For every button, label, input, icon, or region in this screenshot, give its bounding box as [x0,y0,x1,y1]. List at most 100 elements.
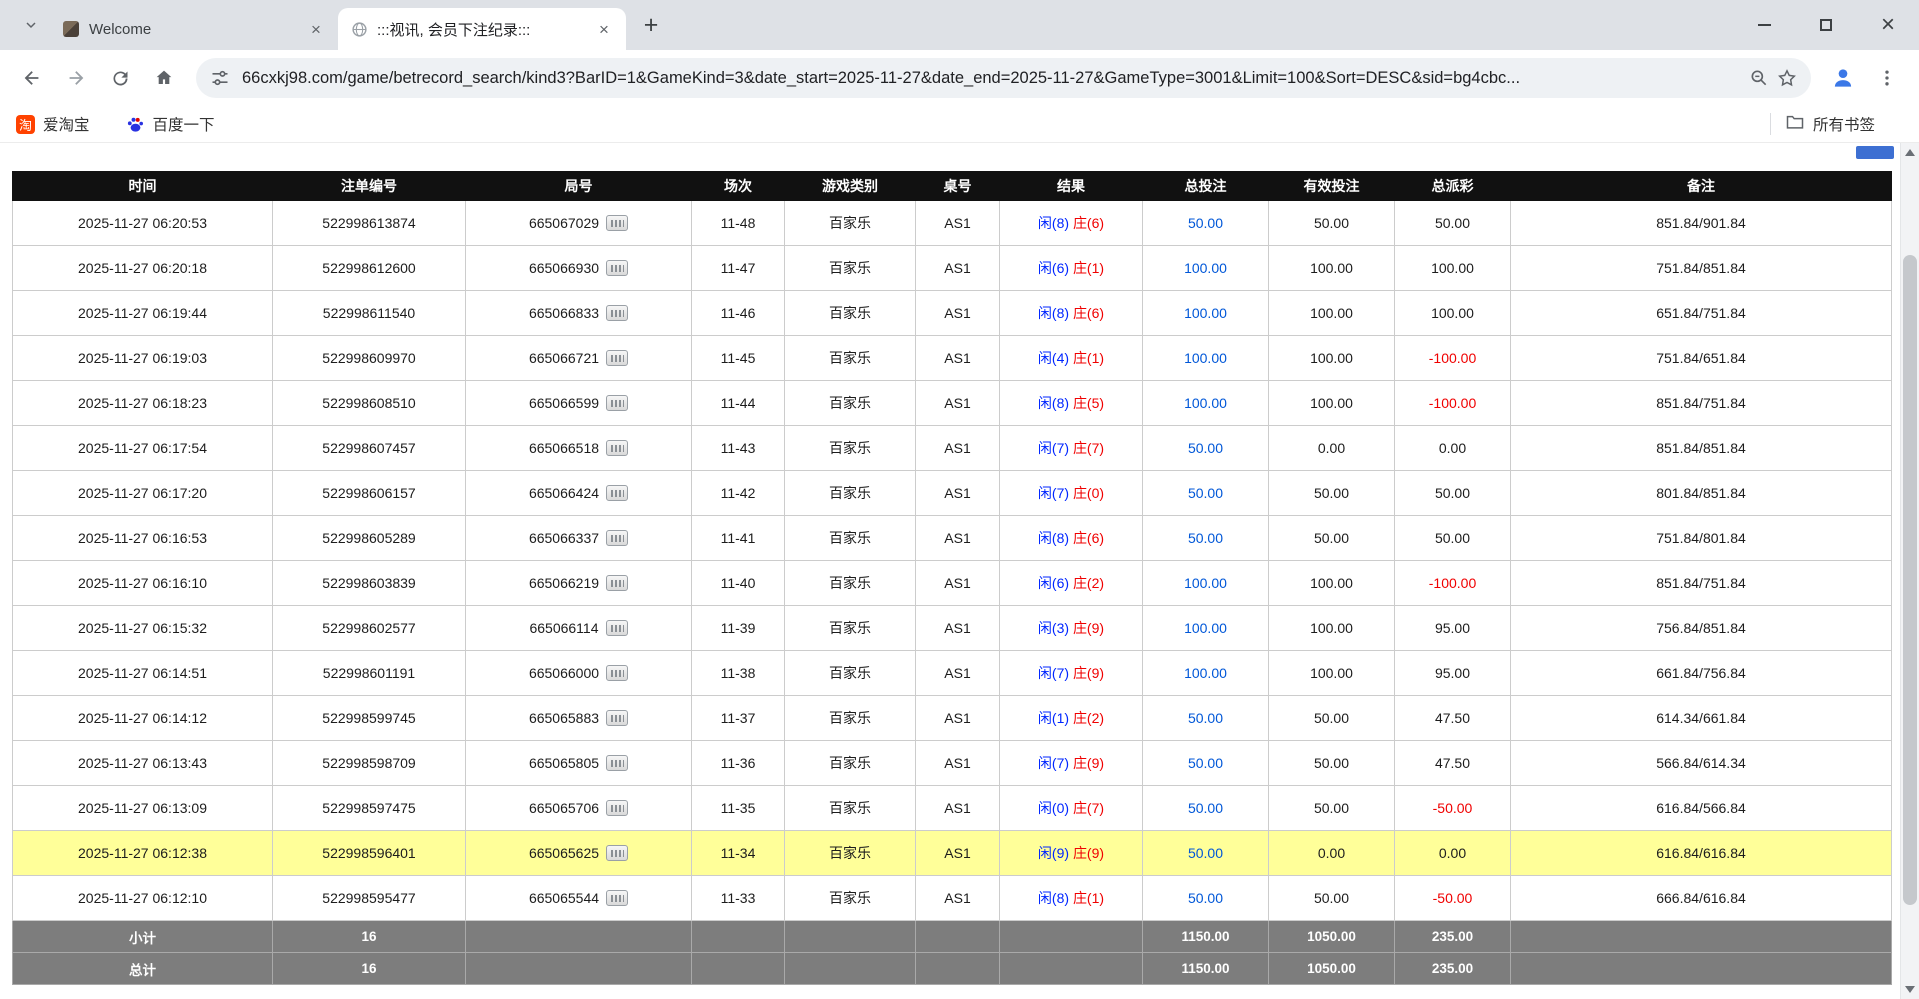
round-detail-icon[interactable] [606,620,628,636]
total-bet-link[interactable]: 100.00 [1184,665,1227,681]
home-button[interactable] [144,58,184,98]
cell-game-type: 百家乐 [785,336,916,381]
tab-close-icon[interactable] [306,19,326,39]
scroll-thumb[interactable] [1903,255,1917,905]
round-detail-icon[interactable] [606,665,628,681]
star-icon [1777,68,1797,88]
round-detail-icon[interactable] [606,800,628,816]
round-detail-icon[interactable] [606,305,628,321]
table-row[interactable]: 2025-11-27 06:16:53522998605289665066337… [13,516,1892,561]
round-detail-icon[interactable] [606,215,628,231]
refresh-button[interactable] [100,58,140,98]
close-button[interactable] [1857,0,1919,50]
table-row[interactable]: 2025-11-27 06:15:32522998602577665066114… [13,606,1892,651]
partial-blue-button[interactable] [1856,146,1894,159]
tab-close-icon[interactable] [594,19,614,39]
total-bet-link[interactable]: 100.00 [1184,305,1227,321]
table-row[interactable]: 2025-11-27 06:20:53522998613874665067029… [13,201,1892,246]
new-tab-button[interactable] [634,8,668,42]
cell-total-bet: 100.00 [1143,651,1269,696]
tab-betrecord[interactable]: :::视讯, 会员下注纪录::: [338,8,626,50]
cell-valid-bet: 100.00 [1269,381,1395,426]
cell-table-no: AS1 [916,291,1000,336]
cell-total-bet: 100.00 [1143,606,1269,651]
footer-cell: 1050.00 [1269,921,1395,953]
table-row[interactable]: 2025-11-27 06:12:38522998596401665065625… [13,831,1892,876]
content-area: 时间注单编号局号场次游戏类别桌号结果总投注有效投注总派彩备注 2025-11-2… [0,143,1919,999]
bookmark-this-tab-button[interactable] [1777,68,1797,88]
round-detail-icon[interactable] [606,395,628,411]
table-row[interactable]: 2025-11-27 06:19:03522998609970665066721… [13,336,1892,381]
back-button[interactable] [12,58,52,98]
menu-button[interactable] [1867,58,1907,98]
minimize-button[interactable] [1733,0,1795,50]
total-bet-link[interactable]: 50.00 [1188,710,1223,726]
forward-arrow-icon [65,67,87,89]
round-no: 665066518 [529,440,599,456]
footer-cell [916,921,1000,953]
round-detail-icon[interactable] [606,440,628,456]
table-row[interactable]: 2025-11-27 06:17:20522998606157665066424… [13,471,1892,516]
site-info-tune-icon[interactable] [210,68,230,88]
cell-total-bet: 100.00 [1143,246,1269,291]
bookmark-taobao[interactable]: 淘 爱淘宝 [16,113,90,135]
cell-bet-no: 522998601191 [273,651,466,696]
bookmark-baidu[interactable]: 百度一下 [126,113,215,135]
total-bet-link[interactable]: 50.00 [1188,800,1223,816]
round-detail-icon[interactable] [606,890,628,906]
table-row[interactable]: 2025-11-27 06:13:43522998598709665065805… [13,741,1892,786]
cell-session: 11-45 [692,336,785,381]
all-bookmarks-button[interactable]: 所有书签 [1770,112,1875,137]
table-row[interactable]: 2025-11-27 06:20:18522998612600665066930… [13,246,1892,291]
cell-table-no: AS1 [916,561,1000,606]
table-row[interactable]: 2025-11-27 06:19:44522998611540665066833… [13,291,1892,336]
table-row[interactable]: 2025-11-27 06:12:10522998595477665065544… [13,876,1892,921]
footer-cell: 总计 [13,953,273,985]
scroll-down-button[interactable] [1901,980,1919,999]
round-detail-icon[interactable] [606,260,628,276]
total-bet-link[interactable]: 100.00 [1184,575,1227,591]
tab-welcome[interactable]: Welcome [50,8,338,50]
total-bet-link[interactable]: 50.00 [1188,530,1223,546]
total-bet-link[interactable]: 50.00 [1188,845,1223,861]
url-text[interactable]: 66cxkj98.com/game/betrecord_search/kind3… [242,69,1729,88]
table-body: 2025-11-27 06:20:53522998613874665067029… [13,201,1892,921]
site-favicon-icon [62,20,80,38]
table-row[interactable]: 2025-11-27 06:16:10522998603839665066219… [13,561,1892,606]
cell-bet-no: 522998609970 [273,336,466,381]
total-bet-link[interactable]: 50.00 [1188,215,1223,231]
result-banker: 庄(7) [1073,440,1104,456]
table-row[interactable]: 2025-11-27 06:17:54522998607457665066518… [13,426,1892,471]
cell-round-no: 665065706 [466,786,692,831]
address-bar[interactable]: 66cxkj98.com/game/betrecord_search/kind3… [196,58,1811,98]
tab-search-button[interactable] [14,8,48,42]
table-row[interactable]: 2025-11-27 06:18:23522998608510665066599… [13,381,1892,426]
table-row[interactable]: 2025-11-27 06:14:51522998601191665066000… [13,651,1892,696]
round-detail-icon[interactable] [606,350,628,366]
total-bet-link[interactable]: 50.00 [1188,440,1223,456]
scrollbar[interactable] [1900,143,1919,999]
profile-button[interactable] [1823,58,1863,98]
total-bet-link[interactable]: 50.00 [1188,755,1223,771]
round-detail-icon[interactable] [606,485,628,501]
round-detail-icon[interactable] [606,710,628,726]
total-bet-link[interactable]: 100.00 [1184,620,1227,636]
total-bet-link[interactable]: 100.00 [1184,395,1227,411]
forward-button[interactable] [56,58,96,98]
round-detail-icon[interactable] [606,575,628,591]
round-detail-icon[interactable] [606,530,628,546]
zoom-button[interactable] [1749,68,1769,88]
table-row[interactable]: 2025-11-27 06:14:12522998599745665065883… [13,696,1892,741]
total-bet-link[interactable]: 50.00 [1188,485,1223,501]
cell-time: 2025-11-27 06:14:12 [13,696,273,741]
total-bet-link[interactable]: 100.00 [1184,260,1227,276]
cell-payout: 95.00 [1395,651,1511,696]
scroll-up-button[interactable] [1901,143,1919,162]
round-detail-icon[interactable] [606,755,628,771]
tab-title: :::视讯, 会员下注纪录::: [377,19,588,40]
maximize-button[interactable] [1795,0,1857,50]
total-bet-link[interactable]: 50.00 [1188,890,1223,906]
table-row[interactable]: 2025-11-27 06:13:09522998597475665065706… [13,786,1892,831]
round-detail-icon[interactable] [606,845,628,861]
total-bet-link[interactable]: 100.00 [1184,350,1227,366]
